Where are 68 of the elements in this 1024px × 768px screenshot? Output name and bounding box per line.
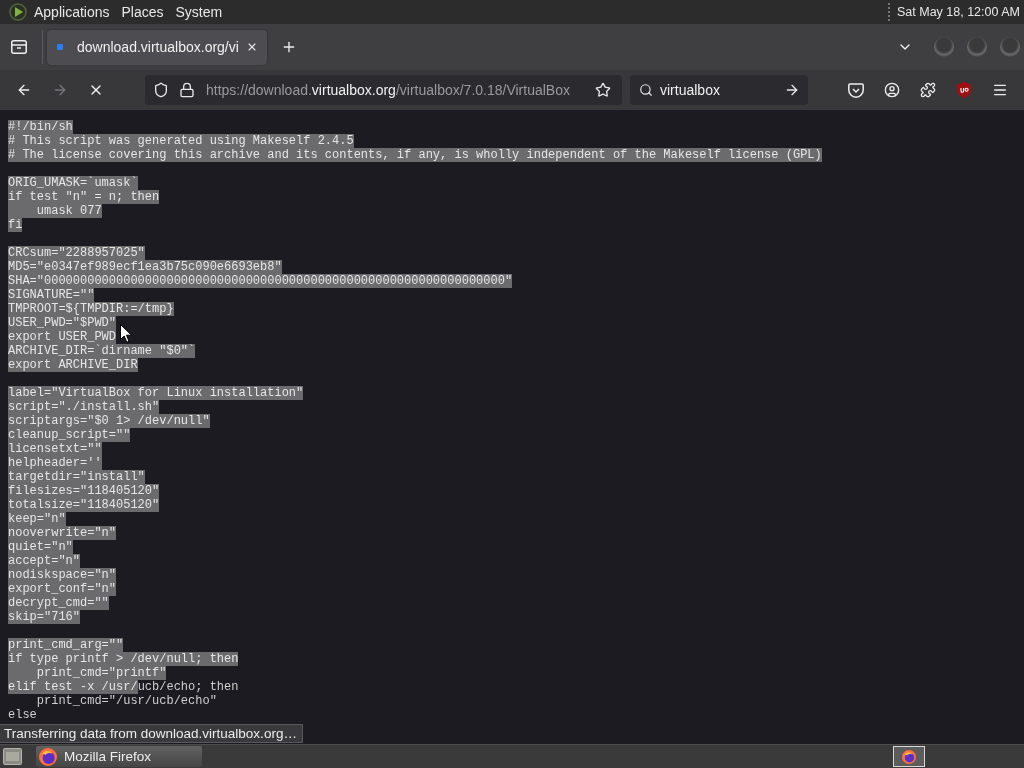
pocket-icon[interactable]: [848, 82, 864, 98]
code-text: skip="716": [8, 610, 80, 624]
workspace-tile[interactable]: [893, 746, 925, 767]
account-icon[interactable]: [884, 82, 900, 98]
distro-logo-icon[interactable]: [8, 2, 28, 22]
tray-icon[interactable]: [11, 40, 27, 54]
code-text: print_cmd="/usr/ucb/echo": [36, 694, 217, 708]
search-icon: [639, 83, 653, 97]
code-text: else: [8, 708, 37, 722]
code-text: licensetxt="": [8, 442, 102, 456]
code-text: print_cmd_arg="": [8, 638, 124, 652]
lock-icon[interactable]: [179, 82, 195, 98]
code-text: ORIG_UMASK=`umask`: [8, 176, 138, 190]
code-text: if type printf > /dev/null; then: [8, 652, 239, 666]
panel-menu[interactable]: System: [169, 0, 229, 24]
code-text: filesizes="118405120": [8, 484, 160, 498]
star-icon[interactable]: [595, 82, 611, 98]
code-text: USER_PWD="$PWD": [8, 316, 117, 330]
code-text: totalsize="118405120": [8, 498, 160, 512]
code-text: accept="n": [8, 554, 80, 568]
panel-menu[interactable]: Places: [115, 0, 170, 24]
code-text: targetdir="install": [8, 470, 145, 484]
address-field[interactable]: https://download.virtualbox.org/virtualbox/7.0.18/VirtualBox: [145, 75, 622, 105]
code-text: label="VirtualBox for Linux installation": [8, 386, 304, 400]
code-text: umask 077: [8, 204, 102, 218]
plus-icon[interactable]: [281, 39, 297, 55]
code-text: # This script was generated using Makeself 2.4.5: [8, 134, 354, 148]
code-text: script="./install.sh": [8, 400, 160, 414]
code-text: ucb/echo; then: [137, 680, 239, 694]
clock[interactable]: Sat May 18, 12:00 AM: [897, 5, 1020, 19]
code-text: #!/bin/sh: [8, 120, 73, 134]
code-text: decrypt_cmd="": [8, 596, 109, 610]
code-text: CRCsum="2288957025": [8, 246, 145, 260]
code-text: fi: [8, 218, 23, 232]
code-text: helpheader='': [8, 456, 102, 470]
browser-logo-icon: [39, 747, 57, 766]
code-text: scriptargs="$0 1> /dev/null": [8, 414, 210, 428]
code-text: export_conf="n": [8, 582, 117, 596]
browser-tab[interactable]: download.virtualbox.org/vi: [47, 29, 267, 65]
close-icon[interactable]: [246, 41, 258, 53]
code-text: TMPROOT=${TMPDIR:=/tmp}: [8, 302, 174, 316]
code-text: export ARCHIVE_DIR: [8, 358, 138, 372]
code-text: SIGNATURE="": [8, 288, 95, 302]
code-text: keep="n": [8, 512, 66, 526]
code-text: nodiskspace="n": [8, 568, 117, 582]
puzzle-icon[interactable]: [920, 82, 936, 98]
shield-extension-icon[interactable]: [957, 82, 971, 98]
search-field[interactable]: virtualbox: [630, 75, 808, 105]
url-text: https://download.virtualbox.org/virtualbox/7.0.18/VirtualBox: [206, 82, 571, 98]
taskbar-window-button[interactable]: Mozilla Firefox: [36, 746, 202, 767]
menu-icon[interactable]: [992, 82, 1008, 98]
code-text: print_cmd="printf": [8, 666, 167, 680]
browser-logo-icon: [902, 749, 916, 764]
code-text: SHA="0000000000000000000000000000000000000000000000000000000000000000": [8, 274, 513, 288]
shield-icon[interactable]: [153, 82, 169, 98]
code-text: nooverwrite="n": [8, 526, 117, 540]
code-text: cleanup_script="": [8, 428, 131, 442]
code-text: if test "n" = n; then: [8, 190, 160, 204]
code-text: MD5="e0347ef989ecf1ea3b75c090e6693eb8": [8, 260, 282, 274]
code-text: elif test -x /usr/: [8, 680, 138, 694]
search-text: virtualbox: [660, 82, 721, 98]
code-text: # The license covering this archive and its contents, if any, is wholly independent of the Makeself license (GPL): [8, 148, 822, 162]
panel-menu[interactable]: Applications: [28, 0, 116, 24]
mouse-pointer-icon: [120, 324, 132, 343]
status-tooltip: Transferring data from download.virtualbox.org…: [0, 724, 303, 743]
code-text: export USER_PWD: [8, 330, 117, 344]
code-text: ARCHIVE_DIR=`dirname "$0"`: [8, 344, 196, 358]
code-text: quiet="n": [8, 540, 73, 554]
